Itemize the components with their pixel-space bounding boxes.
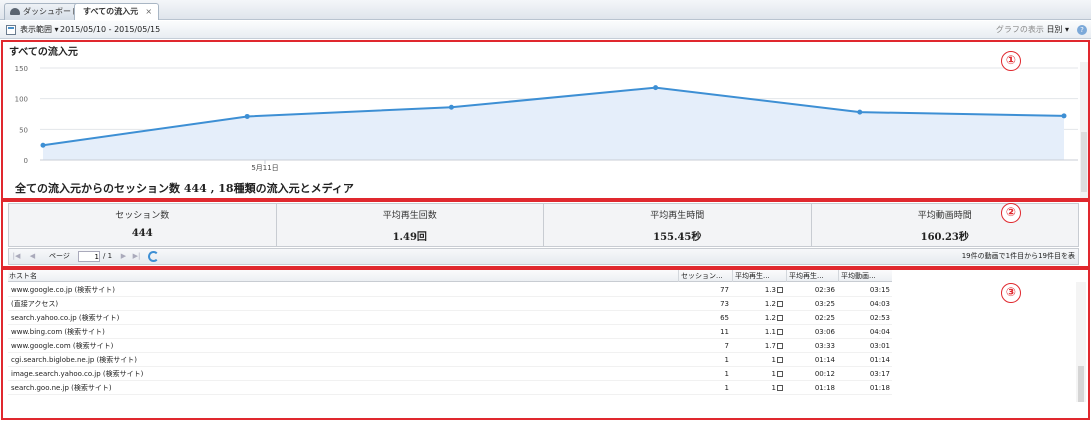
- graph-display-control[interactable]: グラフの表示 日別 ▾: [996, 21, 1069, 39]
- annotation-box-1: [1, 40, 1090, 200]
- graph-display-label: グラフの表示: [995, 25, 1044, 34]
- tab-dashboard-label: ダッシュボード: [23, 7, 79, 16]
- graph-interval-select[interactable]: 日別 ▾: [1046, 25, 1069, 34]
- tab-all-sources-label: すべての流入元: [83, 7, 139, 16]
- marker-1: ①: [1001, 51, 1021, 71]
- tab-bar: ダッシュボード すべての流入元 ×: [0, 0, 1091, 20]
- dashboard-icon: [10, 8, 20, 15]
- calendar-icon[interactable]: [6, 25, 16, 35]
- tab-all-sources[interactable]: すべての流入元 ×: [74, 3, 160, 20]
- close-icon[interactable]: ×: [145, 4, 152, 19]
- annotation-box-2: [1, 200, 1090, 268]
- date-range: 2015/05/10 - 2015/05/15: [60, 25, 161, 34]
- display-range-button[interactable]: 表示範囲 ▾: [20, 21, 59, 39]
- toolbar: 表示範囲 ▾ 2015/05/10 - 2015/05/15 グラフの表示 日別…: [0, 21, 1091, 39]
- marker-2: ②: [1001, 203, 1021, 223]
- help-icon[interactable]: ?: [1077, 25, 1087, 35]
- marker-3: ③: [1001, 283, 1021, 303]
- annotation-box-3: [1, 268, 1090, 420]
